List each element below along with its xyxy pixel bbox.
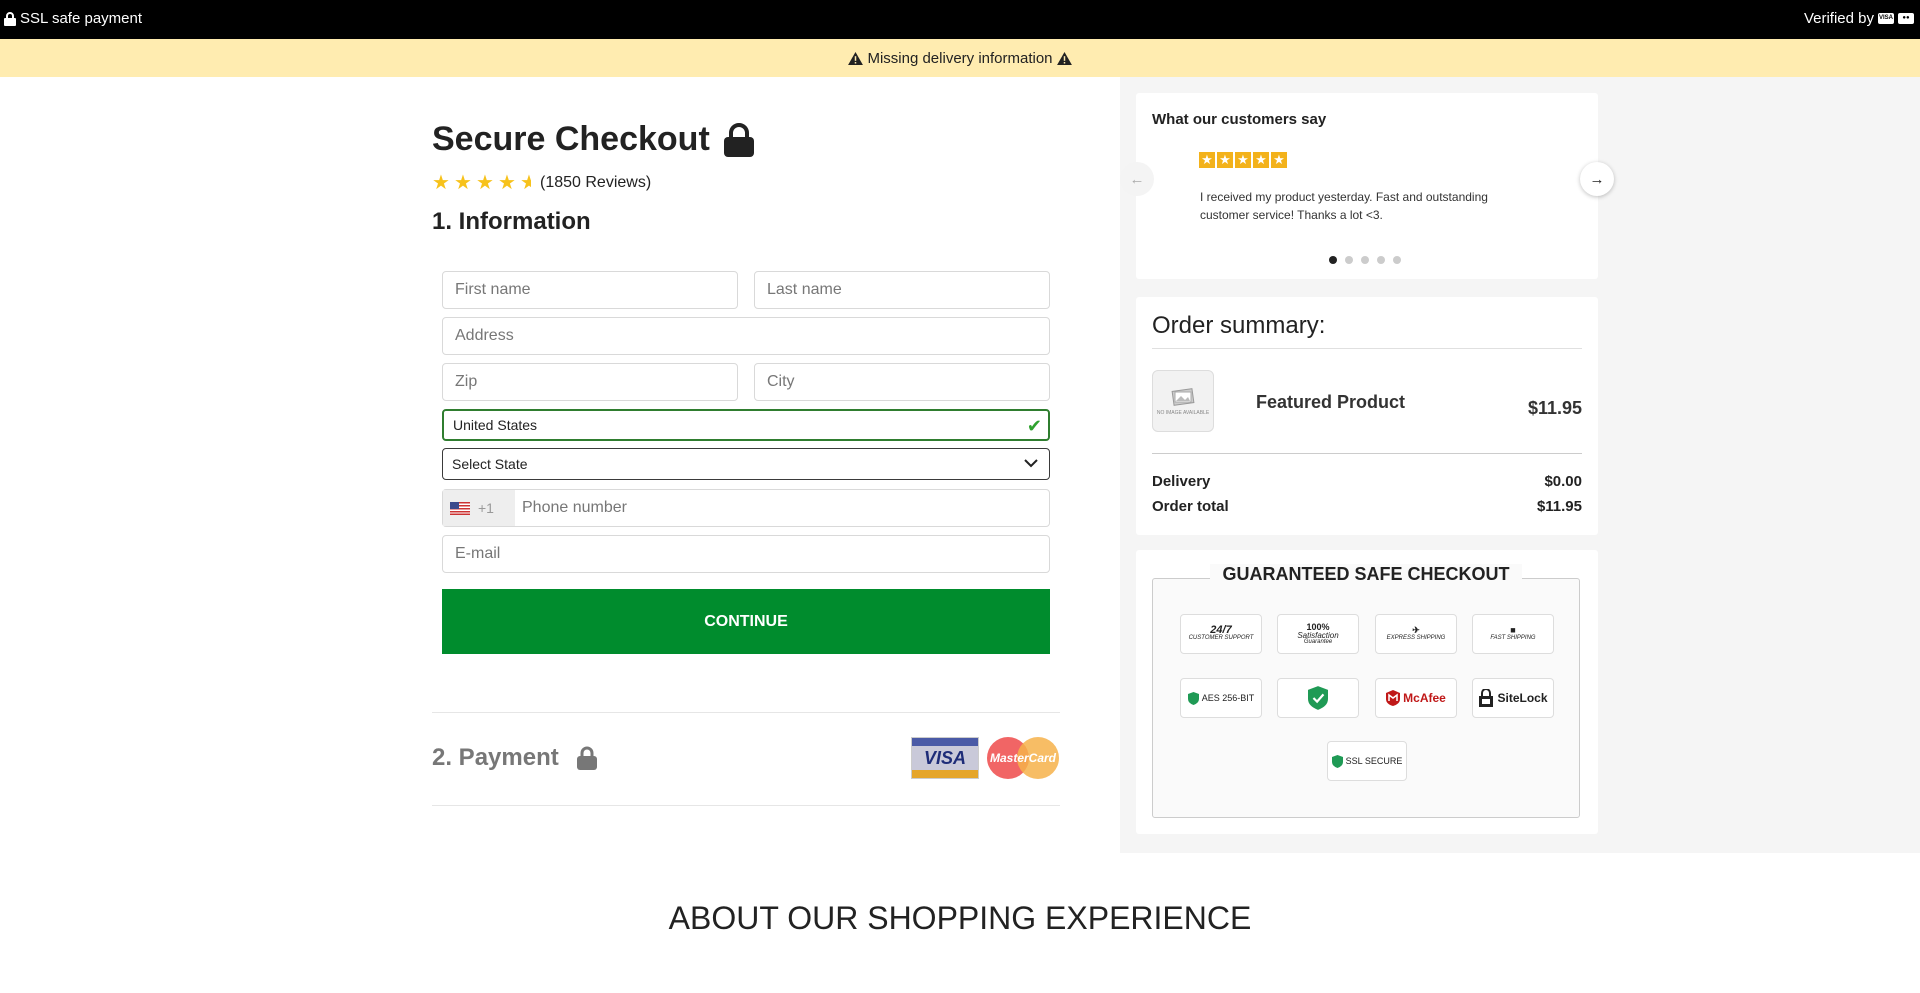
- country-value: United States: [453, 417, 538, 433]
- zip-input[interactable]: Zip: [442, 363, 738, 401]
- mastercard-logo: MasterCard: [987, 737, 1059, 779]
- delivery-label: Delivery: [1152, 473, 1211, 490]
- checkmark-icon: ✔: [1026, 416, 1042, 436]
- city-input[interactable]: City: [754, 363, 1050, 401]
- warning-banner: Missing delivery information: [0, 39, 1920, 77]
- product-thumbnail: NO IMAGE AVAILABLE: [1152, 370, 1214, 432]
- divider: [432, 805, 1060, 806]
- warning-text: Missing delivery information: [867, 49, 1053, 67]
- visa-logo: VISA: [911, 737, 979, 779]
- verified-notice: Verified by VISA ●●: [1804, 10, 1914, 27]
- warning-icon: [1056, 51, 1072, 65]
- order-total-label: Order total: [1152, 498, 1229, 515]
- chevron-down-icon: [1024, 459, 1038, 468]
- card-logos: VISA MasterCard: [911, 737, 1059, 779]
- express-shipping-badge: ✈ EXPRESS SHIPPING: [1375, 614, 1457, 654]
- star-icon: ★: [1271, 152, 1287, 168]
- delivery-row: Delivery $0.00: [1152, 473, 1582, 490]
- us-flag-icon: [450, 501, 470, 515]
- fast-shipping-badge: ■ FAST SHIPPING: [1472, 614, 1554, 654]
- top-bar: SSL safe payment Verified by VISA ●●: [0, 0, 1920, 39]
- order-summary-title: Order summary:: [1152, 312, 1326, 339]
- phone-code: +1: [478, 500, 494, 516]
- state-select[interactable]: Select State: [442, 448, 1050, 480]
- ssl-secure-badge: SSL SECURE: [1327, 741, 1407, 781]
- star-icon: ★: [476, 172, 494, 194]
- carousel-prev-button[interactable]: ←: [1120, 162, 1154, 196]
- phone-field[interactable]: +1 Phone number: [442, 489, 1050, 527]
- carousel-dots: [1329, 256, 1401, 264]
- section-information-title: 1. Information: [432, 208, 591, 235]
- mcafee-shield-icon: [1386, 690, 1401, 706]
- product-name: Featured Product: [1256, 392, 1406, 412]
- payment-title-text: 2. Payment: [432, 744, 559, 771]
- first-name-input[interactable]: First name: [442, 271, 738, 309]
- shield-icon: [1187, 691, 1199, 705]
- lock-icon: [4, 11, 16, 26]
- lock-icon: [576, 746, 597, 770]
- address-input[interactable]: Address: [442, 317, 1050, 355]
- carousel-dot[interactable]: [1393, 256, 1401, 264]
- review-stars: ★ ★ ★ ★ ★: [1199, 152, 1287, 168]
- reviews-count[interactable]: (1850 Reviews): [540, 174, 651, 192]
- support-badge: 24/7 CUSTOMER SUPPORT: [1180, 614, 1262, 654]
- arrow-right-icon: →: [1589, 170, 1605, 188]
- section-payment-title[interactable]: 2. Payment: [432, 744, 597, 772]
- order-total-value: $11.95: [1536, 498, 1582, 515]
- page-title: Secure Checkout: [432, 120, 754, 159]
- about-heading: ABOUT OUR SHOPPING EXPERIENCE: [668, 900, 1252, 936]
- rating: ★ ★ ★ ★ ★ (1850 Reviews): [432, 170, 651, 195]
- divider: [1152, 348, 1582, 349]
- visa-mini-icon: VISA: [1878, 13, 1894, 24]
- carousel-next-button[interactable]: →: [1580, 162, 1614, 196]
- email-input[interactable]: E-mail: [442, 535, 1050, 573]
- mcafee-badge: McAfee: [1375, 678, 1457, 718]
- aes-badge: AES 256-BIT: [1180, 678, 1262, 718]
- star-icon: ★: [454, 172, 472, 194]
- guarantee-title: GUARANTEED SAFE CHECKOUT: [1210, 564, 1522, 585]
- last-name-input[interactable]: Last name: [754, 271, 1050, 309]
- country-code-select[interactable]: +1: [443, 490, 515, 526]
- shield-check-icon: [1308, 686, 1328, 710]
- page-title-text: Secure Checkout: [432, 120, 710, 158]
- divider: [1152, 453, 1582, 454]
- delivery-value: $0.00: [1544, 473, 1582, 490]
- secure-shield-badge: [1277, 678, 1359, 718]
- shield-icon: [1331, 754, 1343, 768]
- order-total-row: Order total $11.95: [1152, 498, 1582, 515]
- divider: [432, 712, 1060, 713]
- airplane-icon: ✈: [1412, 625, 1420, 635]
- star-icon: ★: [1235, 152, 1251, 168]
- carousel-dot[interactable]: [1377, 256, 1385, 264]
- carousel-dot[interactable]: [1345, 256, 1353, 264]
- image-placeholder-icon: [1171, 387, 1195, 406]
- phone-input[interactable]: Phone number: [522, 499, 627, 517]
- verified-text: Verified by: [1803, 10, 1874, 27]
- country-select[interactable]: United States ✔: [442, 409, 1050, 441]
- star-icon: ★: [432, 172, 450, 194]
- lock-icon: [723, 122, 754, 157]
- review-text: I received my product yesterday. Fast an…: [1200, 190, 1488, 222]
- warning-icon: [848, 51, 864, 65]
- ssl-text: SSL safe payment: [20, 10, 143, 27]
- satisfaction-badge: 100% Satisfaction Guarantee: [1277, 614, 1359, 654]
- truck-icon: ■: [1510, 625, 1516, 635]
- star-icon: ★: [1217, 152, 1233, 168]
- carousel-dot[interactable]: [1361, 256, 1369, 264]
- mastercard-mini-icon: ●●: [1898, 13, 1914, 24]
- half-star-icon: ★: [520, 172, 531, 194]
- star-icon: ★: [498, 172, 516, 194]
- star-icon: ★: [1253, 152, 1269, 168]
- no-image-text: NO IMAGE AVAILABLE: [1156, 409, 1210, 416]
- product-price: $11.95: [1527, 398, 1582, 418]
- ssl-notice: SSL safe payment: [4, 10, 142, 27]
- testimonials-title: What our customers say: [1152, 111, 1327, 128]
- carousel-dot[interactable]: [1329, 256, 1337, 264]
- arrow-left-icon: ←: [1129, 170, 1145, 188]
- sitelock-icon: [1479, 689, 1494, 707]
- star-icon: ★: [1199, 152, 1215, 168]
- state-value: Select State: [452, 456, 528, 472]
- continue-button[interactable]: CONTINUE: [442, 589, 1050, 654]
- sitelock-badge: SiteLock: [1472, 678, 1554, 718]
